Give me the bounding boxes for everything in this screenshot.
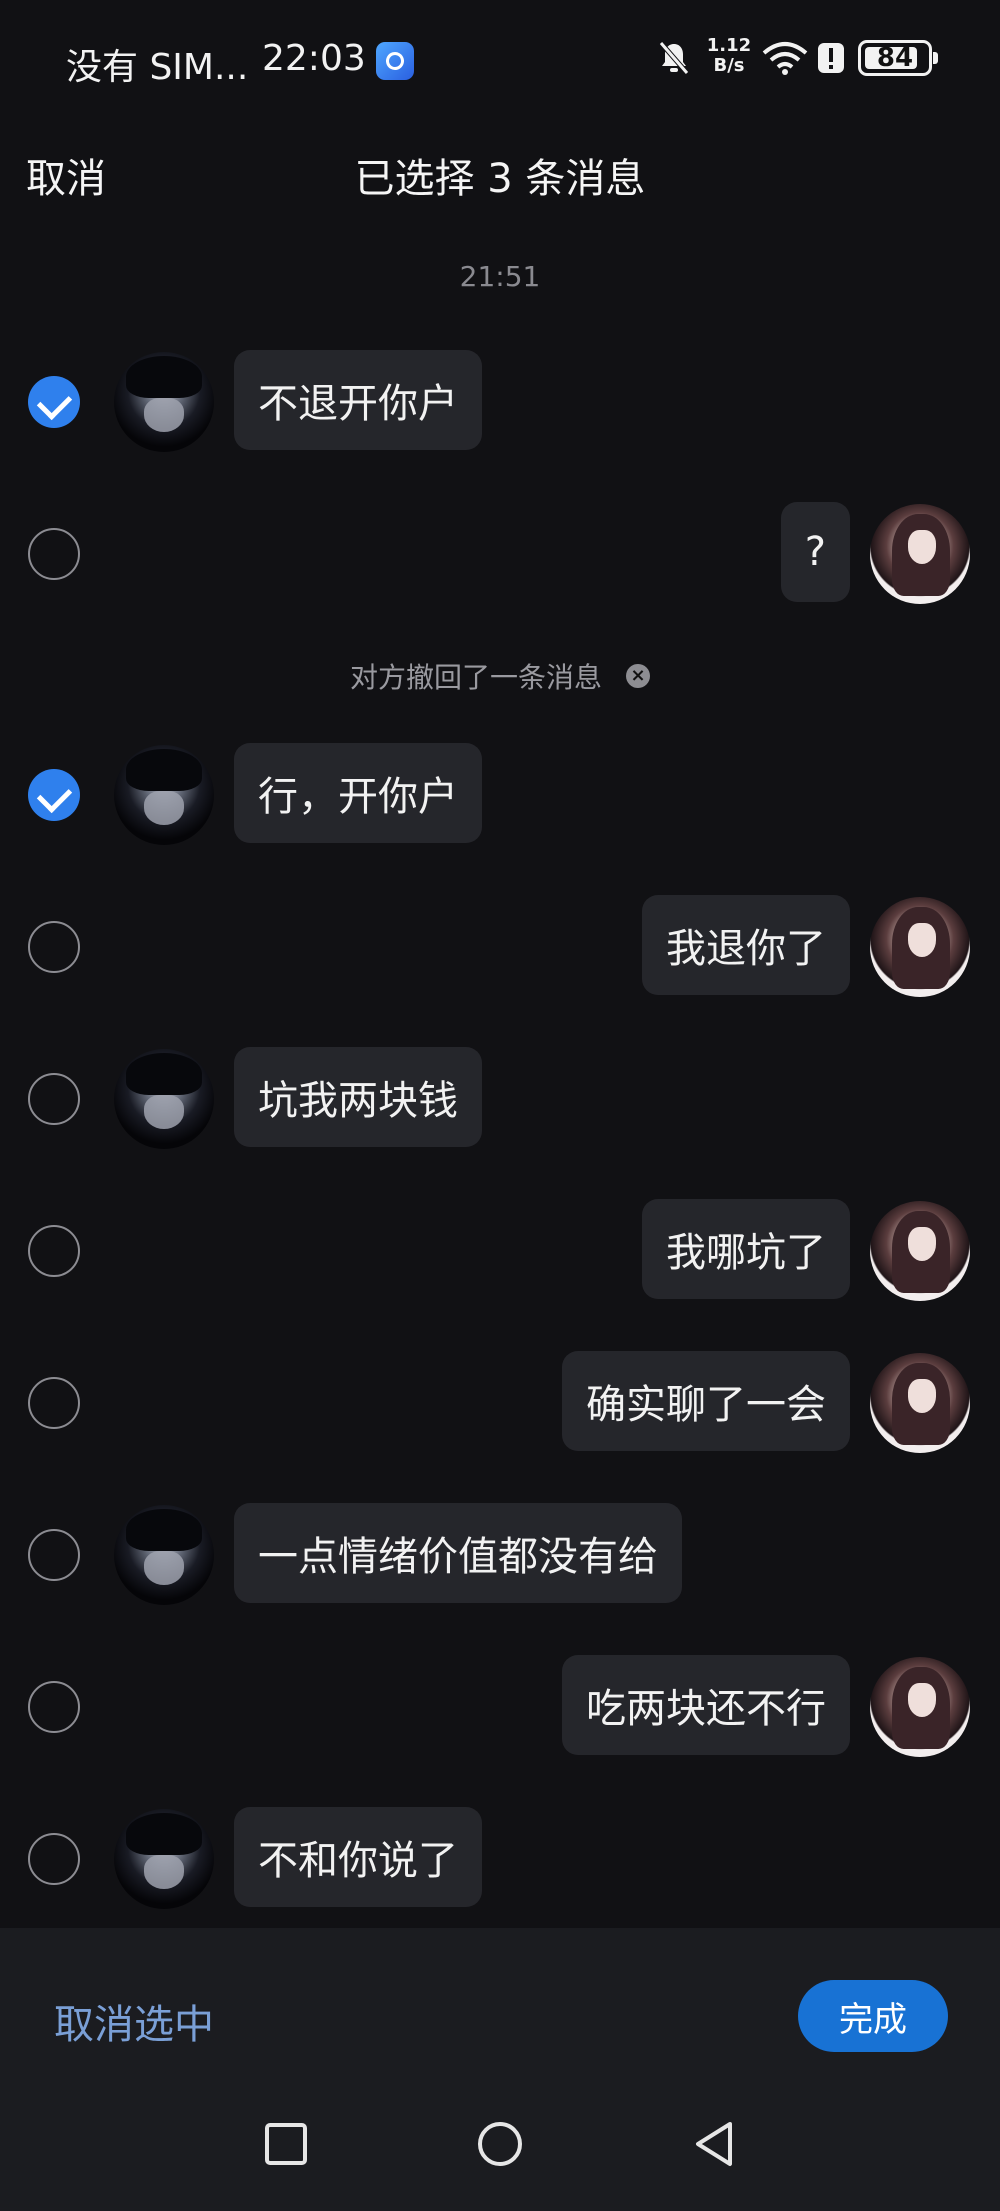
- my-avatar[interactable]: [870, 1353, 970, 1453]
- message-bubble[interactable]: 行，开你户: [234, 743, 482, 843]
- checkbox-unchecked-icon[interactable]: [28, 1833, 80, 1885]
- message-timestamp: 21:51: [459, 260, 541, 293]
- recall-notice-text: 对方撤回了一条消息: [349, 661, 602, 694]
- message-bubble[interactable]: 我哪坑了: [642, 1199, 850, 1299]
- recents-square-icon[interactable]: [256, 2114, 316, 2174]
- message-row[interactable]: 我退你了: [0, 895, 1000, 999]
- contact-avatar[interactable]: [114, 1809, 214, 1909]
- message-row[interactable]: ?: [0, 502, 1000, 606]
- done-button[interactable]: 完成: [798, 1980, 948, 2052]
- message-bubble[interactable]: 确实聊了一会: [562, 1351, 850, 1451]
- message-row[interactable]: 一点情绪价值都没有给: [0, 1503, 1000, 1607]
- selection-action-bar: 取消选中 完成: [0, 1928, 1000, 2098]
- system-nav-bar: [0, 2098, 1000, 2211]
- message-bubble[interactable]: 一点情绪价值都没有给: [234, 1503, 682, 1603]
- mute-bell-icon: [654, 38, 694, 78]
- message-row[interactable]: 不和你说了: [0, 1807, 1000, 1911]
- my-avatar[interactable]: [870, 897, 970, 997]
- network-speed: 1.12 B/s: [706, 36, 752, 76]
- message-bubble[interactable]: 坑我两块钱: [234, 1047, 482, 1147]
- message-bubble[interactable]: 不退开你户: [234, 350, 482, 450]
- recall-notice: 对方撤回了一条消息 ×: [0, 656, 1000, 696]
- contact-avatar[interactable]: [114, 352, 214, 452]
- checkbox-unchecked-icon[interactable]: [28, 921, 80, 973]
- checkbox-unchecked-icon[interactable]: [28, 1529, 80, 1581]
- my-avatar[interactable]: [870, 504, 970, 604]
- message-bubble[interactable]: ?: [780, 502, 850, 602]
- message-row[interactable]: 行，开你户: [0, 743, 1000, 847]
- carrier-label: 没有 SIM...: [66, 47, 249, 88]
- back-triangle-icon[interactable]: [684, 2114, 744, 2174]
- clock: 22:03: [262, 38, 366, 79]
- message-row[interactable]: 我哪坑了: [0, 1199, 1000, 1303]
- checkbox-unchecked-icon[interactable]: [28, 1377, 80, 1429]
- page-title: 已选择 3 条消息: [354, 156, 646, 202]
- message-bubble[interactable]: 我退你了: [642, 895, 850, 995]
- checkbox-unchecked-icon[interactable]: [28, 1681, 80, 1733]
- message-row[interactable]: 不退开你户: [0, 350, 1000, 454]
- wifi-icon: [760, 38, 810, 78]
- contact-avatar[interactable]: [114, 1505, 214, 1605]
- message-row[interactable]: 吃两块还不行: [0, 1655, 1000, 1759]
- checkbox-unchecked-icon[interactable]: [28, 1225, 80, 1277]
- my-avatar[interactable]: [870, 1201, 970, 1301]
- close-icon[interactable]: ×: [626, 664, 650, 688]
- cancel-button[interactable]: 取消: [26, 146, 106, 204]
- my-avatar[interactable]: [870, 1657, 970, 1757]
- deselect-button[interactable]: 取消选中: [54, 1992, 214, 2050]
- checkbox-checked-icon[interactable]: [28, 376, 80, 428]
- alert-icon: [814, 38, 848, 78]
- status-bar: 没有 SIM... 22:03 1.12 B/s 84: [0, 0, 1000, 118]
- app-notification-icon: [376, 42, 414, 80]
- network-speed-unit: B/s: [713, 55, 745, 76]
- message-row[interactable]: 确实聊了一会: [0, 1351, 1000, 1455]
- battery-icon: 84: [858, 40, 938, 76]
- battery-level: 84: [876, 43, 914, 73]
- contact-avatar[interactable]: [114, 1049, 214, 1149]
- message-bubble[interactable]: 不和你说了: [234, 1807, 482, 1907]
- home-circle-icon[interactable]: [470, 2114, 530, 2174]
- checkbox-checked-icon[interactable]: [28, 769, 80, 821]
- checkbox-unchecked-icon[interactable]: [28, 528, 80, 580]
- message-bubble[interactable]: 吃两块还不行: [562, 1655, 850, 1755]
- message-row[interactable]: 坑我两块钱: [0, 1047, 1000, 1151]
- contact-avatar[interactable]: [114, 745, 214, 845]
- network-speed-value: 1.12: [706, 35, 752, 56]
- checkbox-unchecked-icon[interactable]: [28, 1073, 80, 1125]
